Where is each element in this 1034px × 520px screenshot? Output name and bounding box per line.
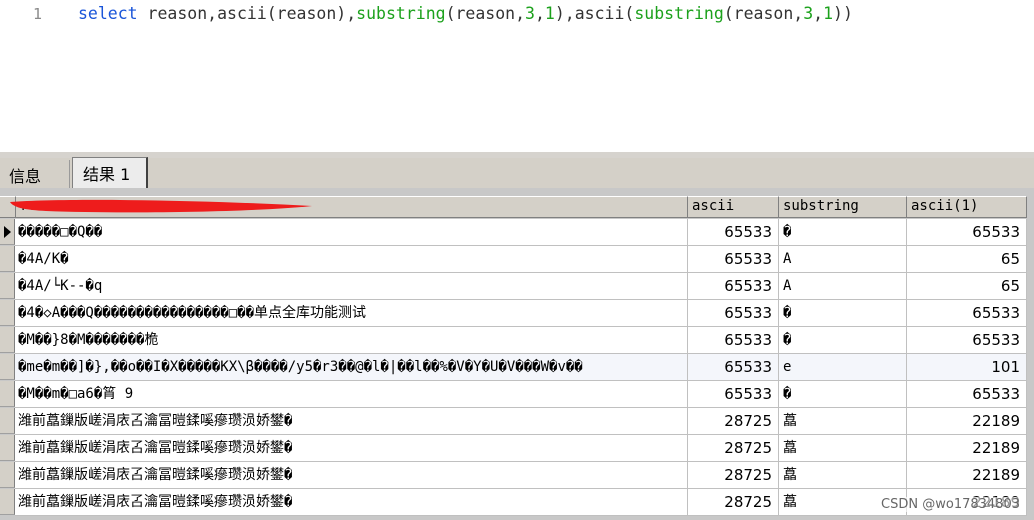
cell-reason[interactable]: �����□�Q�� <box>15 219 688 246</box>
cell-substring[interactable]: � <box>779 219 907 246</box>
row-indicator[interactable] <box>0 327 15 353</box>
table-row[interactable]: 潍前藠鏁版嵯涓庡叾瀹冨暟鍒嗘瘮瓒涢娇鐢�28725藠22189 <box>0 462 1027 489</box>
sql-function: substring <box>356 4 446 23</box>
column-header-ascii[interactable]: ascii <box>688 196 779 218</box>
cell-substring[interactable]: e <box>779 354 907 381</box>
cell-ascii[interactable]: 28725 <box>688 489 779 516</box>
cell-substring[interactable]: 藠 <box>779 408 907 435</box>
cell-reason[interactable]: 潍前藠鏁版嵯涓庡叾瀹冨暟鍒嗘瘮瓒涢娇鐢� <box>15 489 688 516</box>
cell-ascii-1[interactable]: 22189 <box>907 408 1027 435</box>
sql-token: )) <box>833 4 853 23</box>
cell-ascii-1[interactable]: 22189 <box>907 435 1027 462</box>
cell-reason[interactable]: �me�m��]�},��o��I�X�����KX\β����/y5�r3��… <box>15 354 688 381</box>
cell-reason[interactable]: 潍前藠鏁版嵯涓庡叾瀹冨暟鍒嗘瘮瓒涢娇鐢� <box>15 435 688 462</box>
table-row[interactable]: �4�◇A���Q����������������□��单点全库功能测试 6553… <box>0 300 1027 327</box>
tab-result-1[interactable]: 结果 1 <box>72 157 148 188</box>
cell-ascii-1[interactable]: 65 <box>907 246 1027 273</box>
sql-function: substring <box>634 4 724 23</box>
cell-reason[interactable]: �M��}8�M�������桅 <box>15 327 688 354</box>
row-indicator[interactable] <box>0 354 15 380</box>
cell-ascii[interactable]: 65533 <box>688 273 779 300</box>
column-header-substring[interactable]: substring <box>779 196 907 218</box>
cell-substring[interactable]: 藠 <box>779 462 907 489</box>
sql-number: 1 <box>544 4 555 23</box>
red-redaction-mark <box>10 199 312 213</box>
line-number: 1 <box>33 5 43 23</box>
table-row[interactable]: �M��m�□a6�筲 9 65533 � 65533 <box>0 381 1027 408</box>
cell-ascii-1[interactable]: 65533 <box>907 300 1027 327</box>
table-row[interactable]: 潍前藠鏁版嵯涓庡叾瀹冨暟鍒嗘瘮瓒涢娇鐢�28725藠22189 <box>0 435 1027 462</box>
table-row[interactable]: �me�m��]�},��o��I�X�����KX\β����/y5�r3��… <box>0 354 1027 381</box>
cell-reason[interactable]: �4A/└K--�q <box>15 273 688 300</box>
sql-keyword: select <box>78 4 138 23</box>
cell-reason[interactable]: �M��m�□a6�筲 9 <box>15 381 688 408</box>
cell-substring[interactable]: A <box>779 246 907 273</box>
table-row[interactable]: 潍前藠鏁版嵯涓庡叾瀹冨暟鍒嗘瘮瓒涢娇鐢�28725藠22189 <box>0 408 1027 435</box>
row-indicator[interactable] <box>0 489 15 515</box>
row-indicator[interactable] <box>0 381 15 407</box>
table-row[interactable]: 潍前藠鏁版嵯涓庡叾瀹冨暟鍒嗘瘮瓒涢娇鐢�28725藠22189 <box>0 489 1027 516</box>
sql-number: 1 <box>823 4 834 23</box>
cell-ascii[interactable]: 65533 <box>688 246 779 273</box>
cell-ascii-1[interactable]: 65 <box>907 273 1027 300</box>
cell-reason[interactable]: 潍前藠鏁版嵯涓庡叾瀹冨暟鍒嗘瘮瓒涢娇鐢� <box>15 408 688 435</box>
cell-ascii[interactable]: 28725 <box>688 408 779 435</box>
table-row[interactable]: �M��}8�M�������桅 65533 � 65533 <box>0 327 1027 354</box>
sql-token: reason,ascii(reason), <box>137 4 357 23</box>
sql-token: (reason, <box>445 4 526 23</box>
row-indicator[interactable] <box>0 462 15 488</box>
cell-ascii-1[interactable]: 101 <box>907 354 1027 381</box>
result-tab-bar <box>0 158 1034 188</box>
row-indicator[interactable] <box>0 246 15 272</box>
cell-reason[interactable]: �4A/K� <box>15 246 688 273</box>
sql-number: 3 <box>803 4 814 23</box>
cell-ascii-1[interactable]: 65533 <box>907 327 1027 354</box>
cell-ascii[interactable]: 65533 <box>688 300 779 327</box>
table-row[interactable]: �4A/└K--�q 65533 A 65 <box>0 273 1027 300</box>
cell-ascii[interactable]: 65533 <box>688 381 779 408</box>
watermark: CSDN @wo17834803 <box>881 497 1020 512</box>
row-indicator[interactable] <box>0 219 15 245</box>
cell-ascii[interactable]: 28725 <box>688 462 779 489</box>
table-row[interactable]: �����□�Q�� 65533 � 65533 <box>0 219 1027 246</box>
sql-token: (reason, <box>723 4 804 23</box>
current-row-arrow-icon <box>4 226 11 238</box>
tab-info[interactable]: 信息 <box>0 160 70 188</box>
row-indicator[interactable] <box>0 408 15 434</box>
cell-ascii-1[interactable]: 22189 <box>907 462 1027 489</box>
cell-reason[interactable]: �4�◇A���Q����������������□��单点全库功能测试 <box>15 300 688 327</box>
row-indicator[interactable] <box>0 273 15 299</box>
cell-ascii[interactable]: 65533 <box>688 219 779 246</box>
sql-token: ),ascii( <box>554 4 635 23</box>
cell-substring[interactable]: � <box>779 381 907 408</box>
cell-ascii-1[interactable]: 65533 <box>907 381 1027 408</box>
sql-query-text[interactable]: select reason,ascii(reason),substring(re… <box>78 4 853 23</box>
cell-substring[interactable]: � <box>779 300 907 327</box>
sql-token: , <box>813 4 824 23</box>
cell-ascii-1[interactable]: 65533 <box>907 219 1027 246</box>
cell-substring[interactable]: � <box>779 327 907 354</box>
table-row[interactable]: �4A/K� 65533 A 65 <box>0 246 1027 273</box>
cell-ascii[interactable]: 28725 <box>688 435 779 462</box>
cell-reason[interactable]: 潍前藠鏁版嵯涓庡叾瀹冨暟鍒嗘瘮瓒涢娇鐢� <box>15 462 688 489</box>
cell-ascii[interactable]: 65533 <box>688 327 779 354</box>
sql-editor[interactable]: 1 select reason,ascii(reason),substring(… <box>0 0 1034 152</box>
cell-substring[interactable]: A <box>779 273 907 300</box>
sql-token: , <box>534 4 545 23</box>
cell-ascii[interactable]: 65533 <box>688 354 779 381</box>
row-indicator[interactable] <box>0 435 15 461</box>
column-header-ascii-1[interactable]: ascii(1) <box>907 196 1027 218</box>
sql-number: 3 <box>525 4 535 23</box>
row-indicator[interactable] <box>0 300 15 326</box>
cell-substring[interactable]: 藠 <box>779 435 907 462</box>
